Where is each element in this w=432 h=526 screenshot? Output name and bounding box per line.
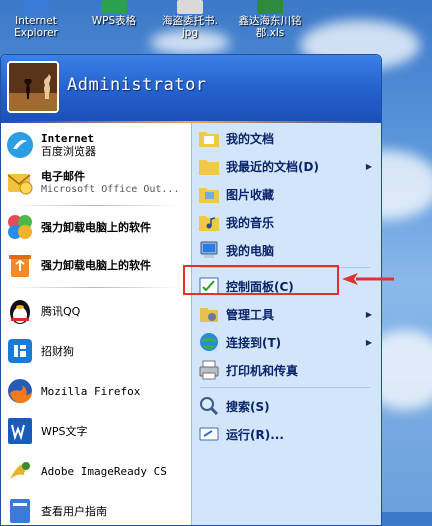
pinned-item-subtitle: Microsoft Office Out... (41, 184, 180, 195)
recent-program-label: 强力卸载电脑上的软件 (41, 258, 151, 272)
annotation-highlight-box (183, 265, 339, 295)
pinned-item-title: Internet (41, 132, 94, 145)
submenu-arrow-icon: ▶ (365, 161, 372, 171)
recent-program-item[interactable]: 强力卸载电脑上的软件 (5, 247, 189, 283)
places-item-label: 我的文档 (226, 131, 275, 146)
recent-program-label: 招财狗 (41, 344, 74, 358)
outlook-icon (5, 168, 35, 198)
my-computer-icon (198, 239, 220, 261)
printers-icon (198, 359, 220, 381)
search-icon (198, 395, 220, 417)
divider (9, 287, 181, 288)
submenu-arrow-icon: ▶ (365, 309, 372, 319)
recent-documents-icon (198, 155, 220, 177)
places-item-run[interactable]: 运行(R)... (198, 421, 374, 447)
my-pictures-icon (198, 183, 220, 205)
pinned-item-email[interactable]: 电子邮件 Microsoft Office Out... (5, 165, 189, 201)
recent-program-item[interactable]: 腾讯QQ (5, 293, 189, 329)
user-guide-icon (5, 496, 35, 525)
my-documents-icon (198, 127, 220, 149)
places-item-my-computer[interactable]: 我的电脑 (198, 237, 374, 263)
user-name: Administrator (67, 75, 207, 95)
desktop-icon-label: WPS表格 (91, 15, 137, 27)
baidu-browser-icon (5, 130, 35, 160)
wps-spreadsheet-icon (101, 0, 127, 14)
uninstall-recycle-icon (5, 250, 35, 280)
connect-to-icon (198, 331, 220, 353)
pinned-item-subtitle: 百度浏览器 (41, 145, 96, 158)
recent-program-label: 强力卸载电脑上的软件 (41, 220, 151, 234)
desktop-icon-label: Internet (15, 15, 57, 27)
places-item-label: 打印机和传真 (226, 363, 299, 378)
divider (9, 205, 181, 206)
places-item-label: 连接到(T) (226, 335, 282, 350)
my-music-icon (198, 211, 220, 233)
places-item-search[interactable]: 搜索(S) (198, 393, 374, 419)
places-item-label: 图片收藏 (226, 187, 275, 202)
image-file-icon (177, 0, 203, 14)
start-menu-header: Administrator (1, 55, 381, 121)
firefox-icon (5, 376, 35, 406)
places-item-label: 我的音乐 (226, 215, 275, 230)
recent-program-item[interactable]: 查看用户指南 (5, 493, 189, 525)
recent-program-item[interactable]: WPS文字 (5, 413, 189, 449)
recent-program-label: Adobe ImageReady CS (41, 464, 167, 478)
zhaocaigou-icon (5, 336, 35, 366)
desktop-icon-label: 海盗委托书. (162, 15, 218, 27)
uninstall-flower-icon (5, 212, 35, 242)
desktop-icon-label: Explorer (14, 27, 58, 39)
excel-file-icon (257, 0, 283, 14)
admin-tools-icon (198, 303, 220, 325)
places-item-label: 搜索(S) (226, 399, 270, 414)
desktop-icon-xls[interactable]: 鑫达海东川铭 郡.xls (230, 0, 310, 39)
pinned-item-title: 电子邮件 (41, 170, 85, 183)
submenu-arrow-icon: ▶ (365, 337, 372, 347)
recent-program-label: 查看用户指南 (41, 504, 107, 518)
places-item-my-documents[interactable]: 我的文档 (198, 125, 374, 151)
places-item-label: 运行(R)... (226, 427, 284, 442)
places-item-connect-to[interactable]: 连接到(T) ▶ (198, 329, 374, 355)
places-item-printers[interactable]: 打印机和传真 (198, 357, 374, 383)
programs-pane: Internet 百度浏览器 电子邮件 Microsoft Office Out..… (1, 123, 190, 525)
places-item-label: 管理工具 (226, 307, 275, 322)
desktop-icon-jpg[interactable]: 海盗委托书. jpg (152, 0, 228, 39)
recent-program-label: Mozilla Firefox (41, 384, 141, 398)
desktop-icon-label: 郡.xls (255, 27, 285, 39)
recent-program-item[interactable]: Mozilla Firefox (5, 373, 189, 409)
recent-program-item[interactable]: 强力卸载电脑上的软件 (5, 209, 189, 245)
places-item-recent-documents[interactable]: 我最近的文档(D) ▶ (198, 153, 374, 179)
desktop-icon-label: jpg (181, 27, 199, 39)
recent-program-item[interactable]: Adobe ImageReady CS (5, 453, 189, 489)
annotation-arrow-icon (342, 273, 394, 285)
places-item-my-music[interactable]: 我的音乐 (198, 209, 374, 235)
recent-program-item[interactable]: 招财狗 (5, 333, 189, 369)
imageready-icon (5, 456, 35, 486)
internet-explorer-icon (23, 0, 49, 14)
run-icon (198, 423, 220, 445)
desktop-icon-label: 鑫达海东川铭 (238, 15, 302, 27)
pinned-item-internet[interactable]: Internet 百度浏览器 (5, 127, 189, 163)
wps-writer-icon (5, 416, 35, 446)
recent-program-label: 腾讯QQ (41, 304, 81, 318)
places-item-label: 我最近的文档(D) (226, 159, 319, 174)
avatar[interactable] (7, 61, 59, 113)
recent-program-label: WPS文字 (41, 424, 88, 438)
qq-penguin-icon (5, 296, 35, 326)
places-item-my-pictures[interactable]: 图片收藏 (198, 181, 374, 207)
places-item-label: 我的电脑 (226, 243, 275, 258)
divider (200, 387, 370, 388)
desktop-icon-ie[interactable]: Internet Explorer (6, 0, 66, 39)
places-item-admin-tools[interactable]: 管理工具 ▶ (198, 301, 374, 327)
places-pane: 我的文档 我最近的文档(D) ▶ 图片收藏 我的音乐 我的电脑 控制面板(C) … (191, 123, 381, 525)
desktop-icon-wps-sheet[interactable]: WPS表格 (84, 0, 144, 27)
